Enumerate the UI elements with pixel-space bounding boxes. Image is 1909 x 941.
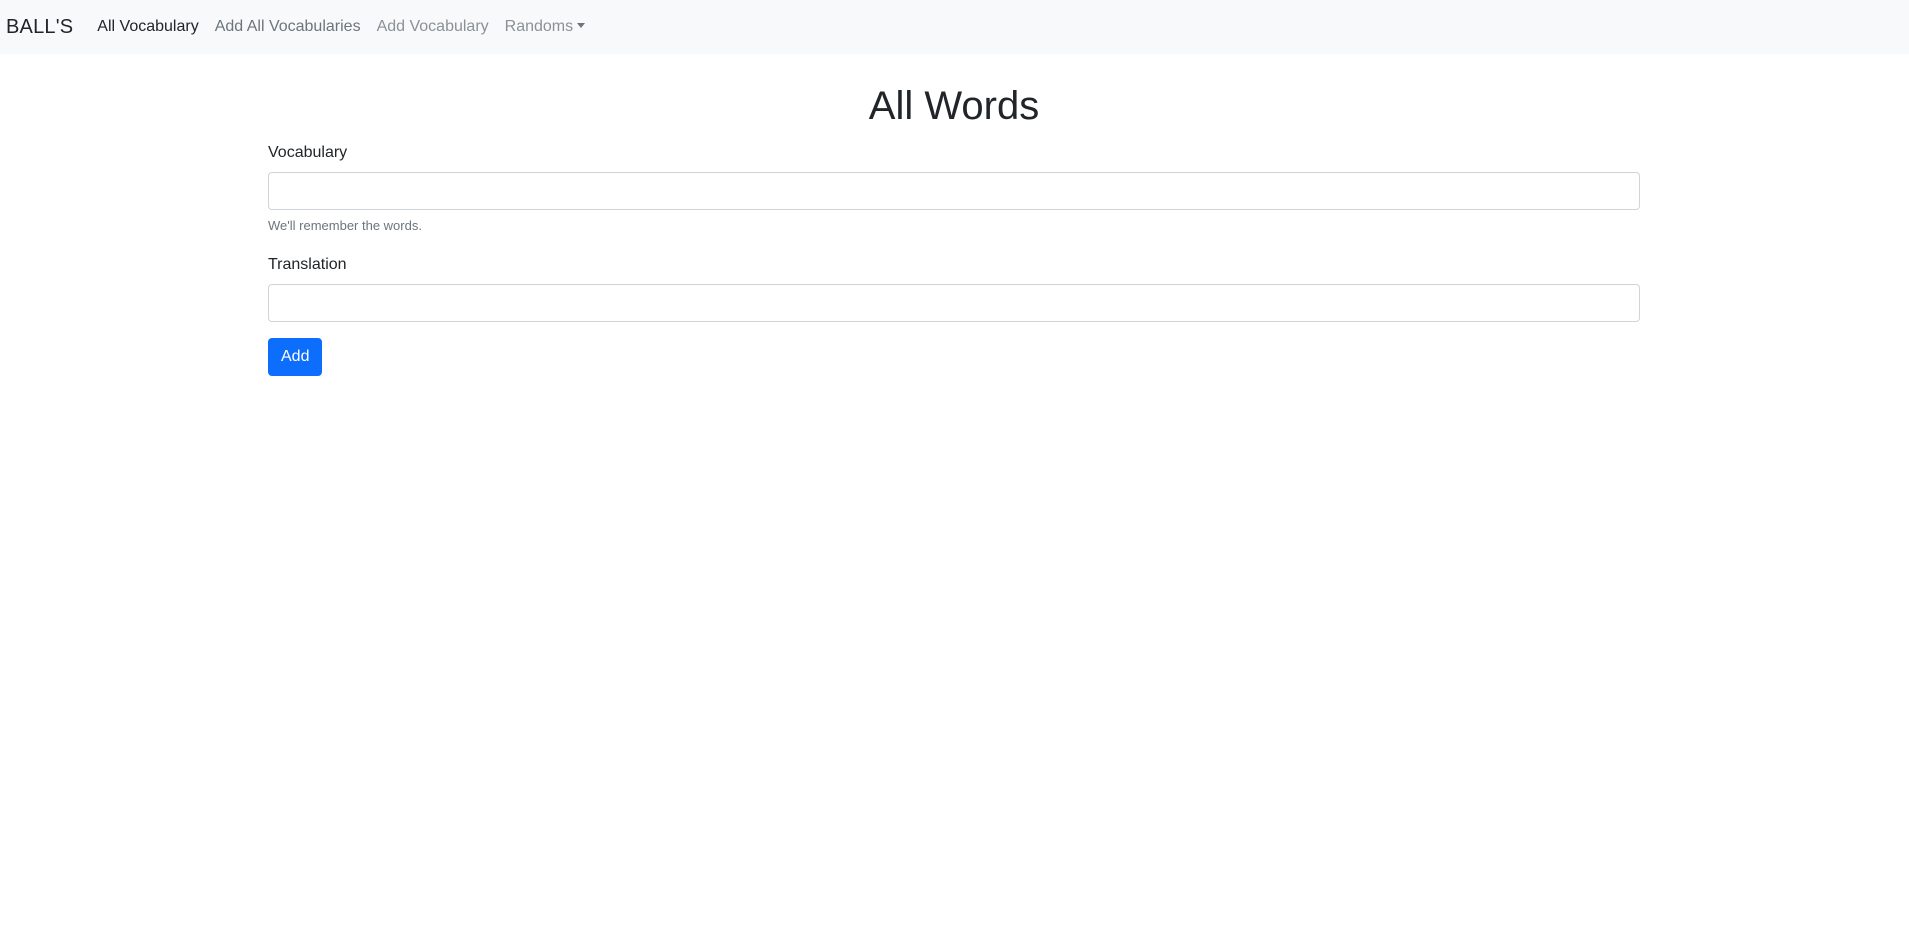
vocabulary-help-text: We'll remember the words. — [268, 218, 422, 233]
nav-randoms-label: Randoms — [504, 18, 574, 35]
navbar: BALL'S All Vocabulary Add All Vocabulari… — [0, 0, 1909, 54]
nav-all-vocabulary[interactable]: All Vocabulary — [97, 18, 198, 36]
vocabulary-label: Vocabulary — [268, 144, 348, 161]
brand-link[interactable]: BALL'S — [6, 16, 73, 39]
translation-input[interactable] — [268, 284, 1640, 322]
caret-down-icon — [577, 23, 586, 28]
add-word-form: Vocabulary We'll remember the words. Tra… — [268, 144, 1640, 376]
vocabulary-input[interactable] — [268, 172, 1640, 210]
add-button[interactable]: Add — [268, 338, 323, 376]
nav-add-vocabulary[interactable]: Add Vocabulary — [377, 18, 489, 36]
page-title: All Words — [868, 84, 1040, 128]
main-content: All Words Vocabulary We'll remember the … — [268, 54, 1640, 376]
nav-add-all-vocabularies[interactable]: Add All Vocabularies — [215, 18, 361, 36]
translation-label: Translation — [268, 256, 347, 273]
nav-randoms-dropdown[interactable]: Randoms — [504, 18, 586, 36]
